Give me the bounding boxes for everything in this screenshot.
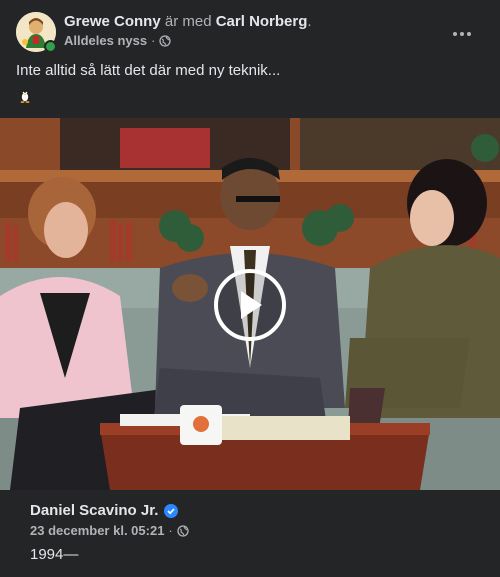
shared-author[interactable]: Daniel Scavino Jr.	[30, 501, 179, 521]
shared-meta-separator: ·	[168, 523, 173, 538]
penguin-emoji-icon	[17, 87, 33, 103]
shared-meta: 23 december kl. 05:21 ·	[30, 523, 189, 539]
feed-post: Grewe Conny är med Carl Norberg. Alldele…	[0, 0, 500, 577]
verified-badge-icon	[164, 504, 179, 518]
author-avatar[interactable]	[16, 12, 57, 53]
shared-author-name[interactable]: Daniel Scavino Jr.	[30, 501, 158, 521]
shared-timestamp[interactable]: 23 december kl. 05:21	[30, 523, 164, 539]
shared-text: 1994—	[30, 546, 79, 563]
post-text: Inte alltid så lätt det där med ny tekni…	[16, 62, 281, 79]
post-timestamp[interactable]: Alldeles nyss	[64, 33, 147, 49]
with-text: är med	[164, 13, 212, 30]
meta-separator: ·	[151, 33, 156, 48]
globe-icon[interactable]	[159, 35, 172, 47]
tagged-name[interactable]: Carl Norberg	[216, 13, 308, 30]
online-status-dot	[44, 40, 57, 53]
post-header: Grewe Conny är med Carl Norberg. Alldele…	[16, 12, 484, 54]
more-horizontal-icon	[453, 32, 471, 36]
globe-icon[interactable]	[177, 525, 189, 537]
post-meta: Alldeles nyss ·	[64, 33, 172, 49]
video-player[interactable]	[0, 118, 500, 490]
author-line: Grewe Conny är med Carl Norberg.	[64, 12, 312, 32]
play-icon	[241, 291, 262, 319]
period: .	[307, 13, 312, 30]
play-button[interactable]	[214, 269, 286, 341]
more-options-button[interactable]	[444, 16, 480, 52]
author-name[interactable]: Grewe Conny	[64, 13, 161, 30]
